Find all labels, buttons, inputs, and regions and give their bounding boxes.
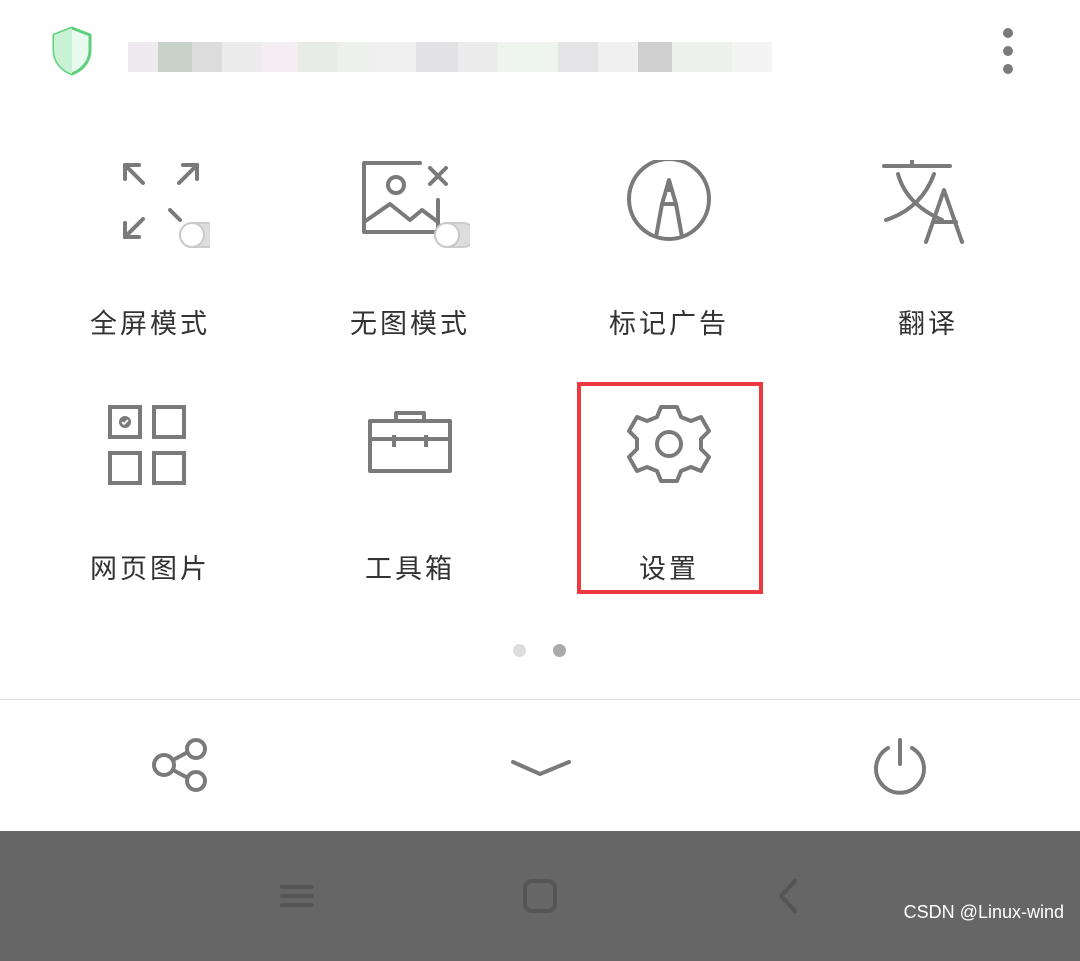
no-image-toggle-icon [362, 161, 470, 248]
system-nav-bar [0, 831, 1080, 961]
page-indicator [510, 644, 580, 660]
menu-item-label: 设置 [639, 554, 699, 585]
share-icon[interactable] [140, 730, 220, 810]
translate-icon [882, 160, 964, 244]
watermark: CSDN @Linux-wind [903, 902, 1064, 922]
divider [0, 699, 1080, 700]
menu-item-label: 翻译 [898, 309, 958, 340]
chevron-down-icon[interactable] [500, 730, 580, 810]
menu-item-mark-ad[interactable]: 标记广告 [559, 160, 779, 360]
url-bar[interactable] [128, 18, 928, 80]
menu-item-settings[interactable]: 设置 [559, 405, 779, 605]
page-dot-active[interactable] [553, 644, 566, 657]
menu-item-label: 标记广告 [609, 309, 729, 340]
menu-item-no-image[interactable]: 无图模式 [300, 160, 520, 360]
back-icon[interactable] [760, 871, 820, 931]
more-vertical-icon[interactable] [990, 26, 1026, 78]
power-icon[interactable] [860, 730, 940, 810]
menu-item-page-images[interactable]: 网页图片 [40, 405, 260, 605]
menu-item-label: 全屏模式 [90, 309, 210, 340]
fullscreen-toggle-icon [123, 163, 210, 248]
top-bar [0, 0, 1080, 110]
settings-icon [627, 405, 711, 483]
menu-item-toolbox[interactable]: 工具箱 [300, 405, 520, 605]
home-icon[interactable] [510, 871, 570, 931]
page-images-icon [108, 405, 186, 485]
mark-ad-icon [627, 160, 711, 241]
menu-icon[interactable] [266, 871, 326, 931]
page-dot[interactable] [513, 644, 526, 657]
toolbox-icon [368, 411, 452, 473]
menu-item-label: 工具箱 [365, 554, 455, 585]
menu-item-translate[interactable]: 翻译 [818, 160, 1038, 360]
menu-item-label: 无图模式 [350, 309, 470, 340]
shield-icon[interactable] [50, 26, 94, 76]
menu-item-fullscreen[interactable]: 全屏模式 [40, 160, 260, 360]
menu-item-label: 网页图片 [90, 554, 210, 585]
